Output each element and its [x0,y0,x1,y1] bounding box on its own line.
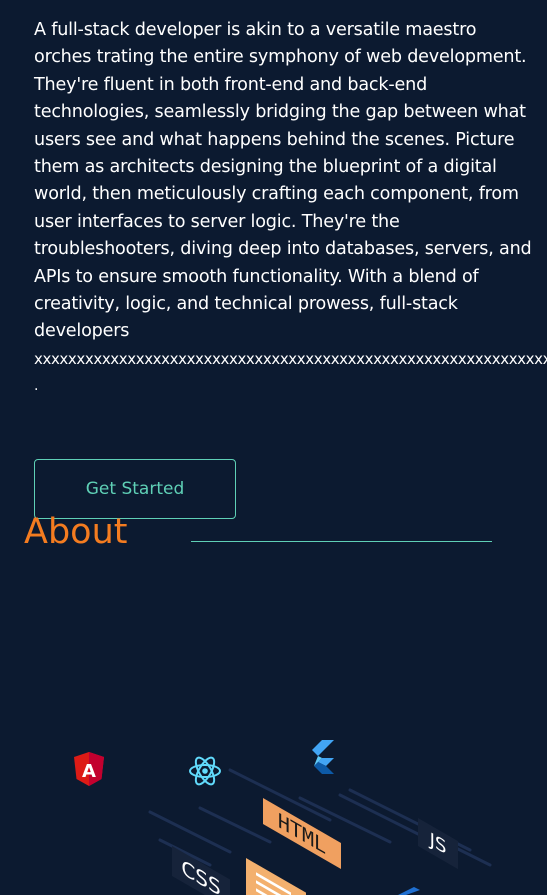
html-icon: HTML [263,798,341,870]
hero-description: A full-stack developer is akin to a vers… [34,17,547,401]
about-divider [191,541,492,542]
blue-block-icon [398,887,420,895]
hero-description-text: A full-stack developer is akin to a vers… [34,20,532,342]
hero-overflow-text: xxxxxxxxxxxxxxxxxxxxxxxxxxxxxxxxxxxxxxxx… [34,349,547,368]
tech-stack-illustration: A HTML CSS JS [74,740,492,895]
css-icon: CSS [172,846,230,895]
angular-letter: A [82,761,96,782]
document-icon [246,858,306,895]
js-icon: JS [418,818,458,870]
about-heading: About [24,512,128,552]
hero-trailing-dot: . [34,378,39,395]
react-icon [189,756,221,786]
html-label: HTML [278,809,326,860]
angular-icon: A [74,752,104,786]
flutter-icon [312,740,334,774]
